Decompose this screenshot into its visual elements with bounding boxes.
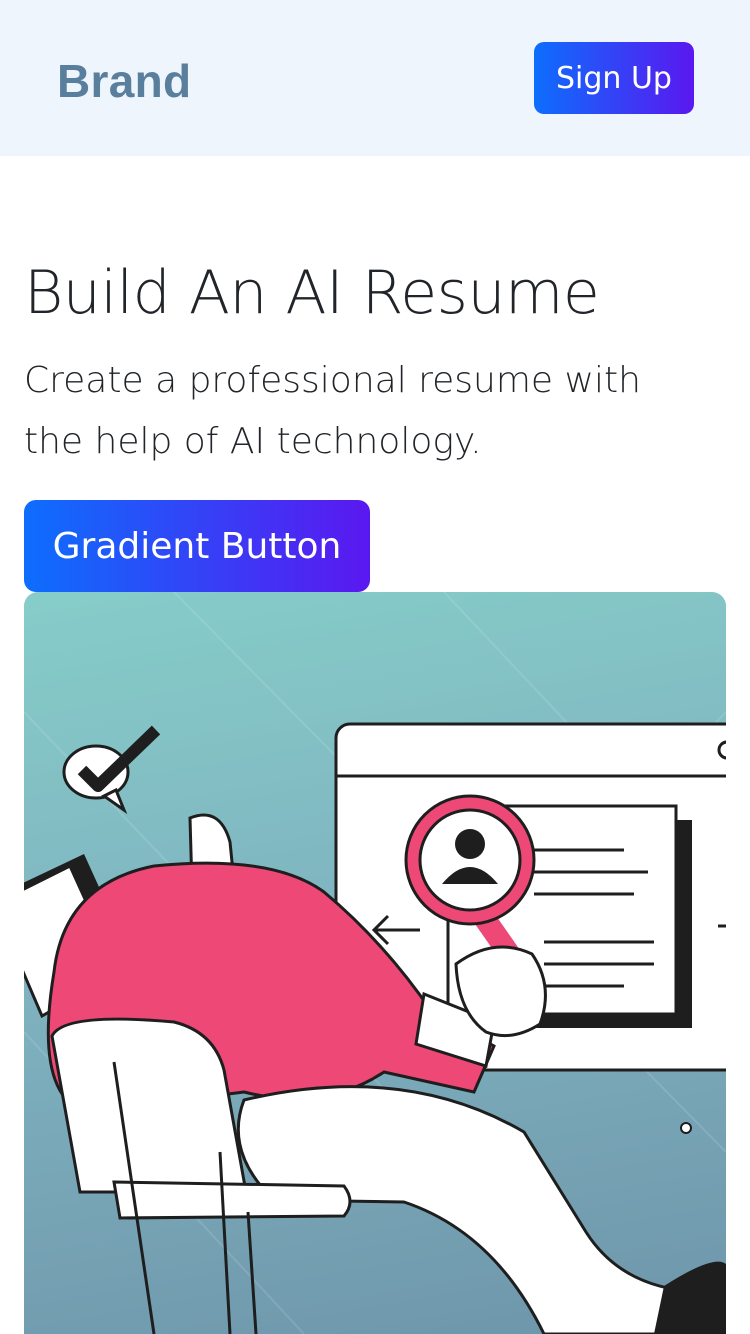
resume-search-illustration (24, 592, 726, 1334)
hero-title: Build An AI Resume (24, 258, 600, 328)
sign-up-button[interactable]: Sign Up (534, 42, 694, 114)
gradient-cta-button[interactable]: Gradient Button (24, 500, 370, 592)
check-bubble-icon (62, 725, 161, 815)
hero-subtitle: Create a professional resume with the he… (24, 360, 641, 462)
navbar: Brand Sign Up (0, 0, 750, 156)
dot-decoration (680, 1122, 692, 1134)
hero-illustration (24, 592, 726, 1334)
brand-logo[interactable]: Brand (57, 54, 191, 108)
